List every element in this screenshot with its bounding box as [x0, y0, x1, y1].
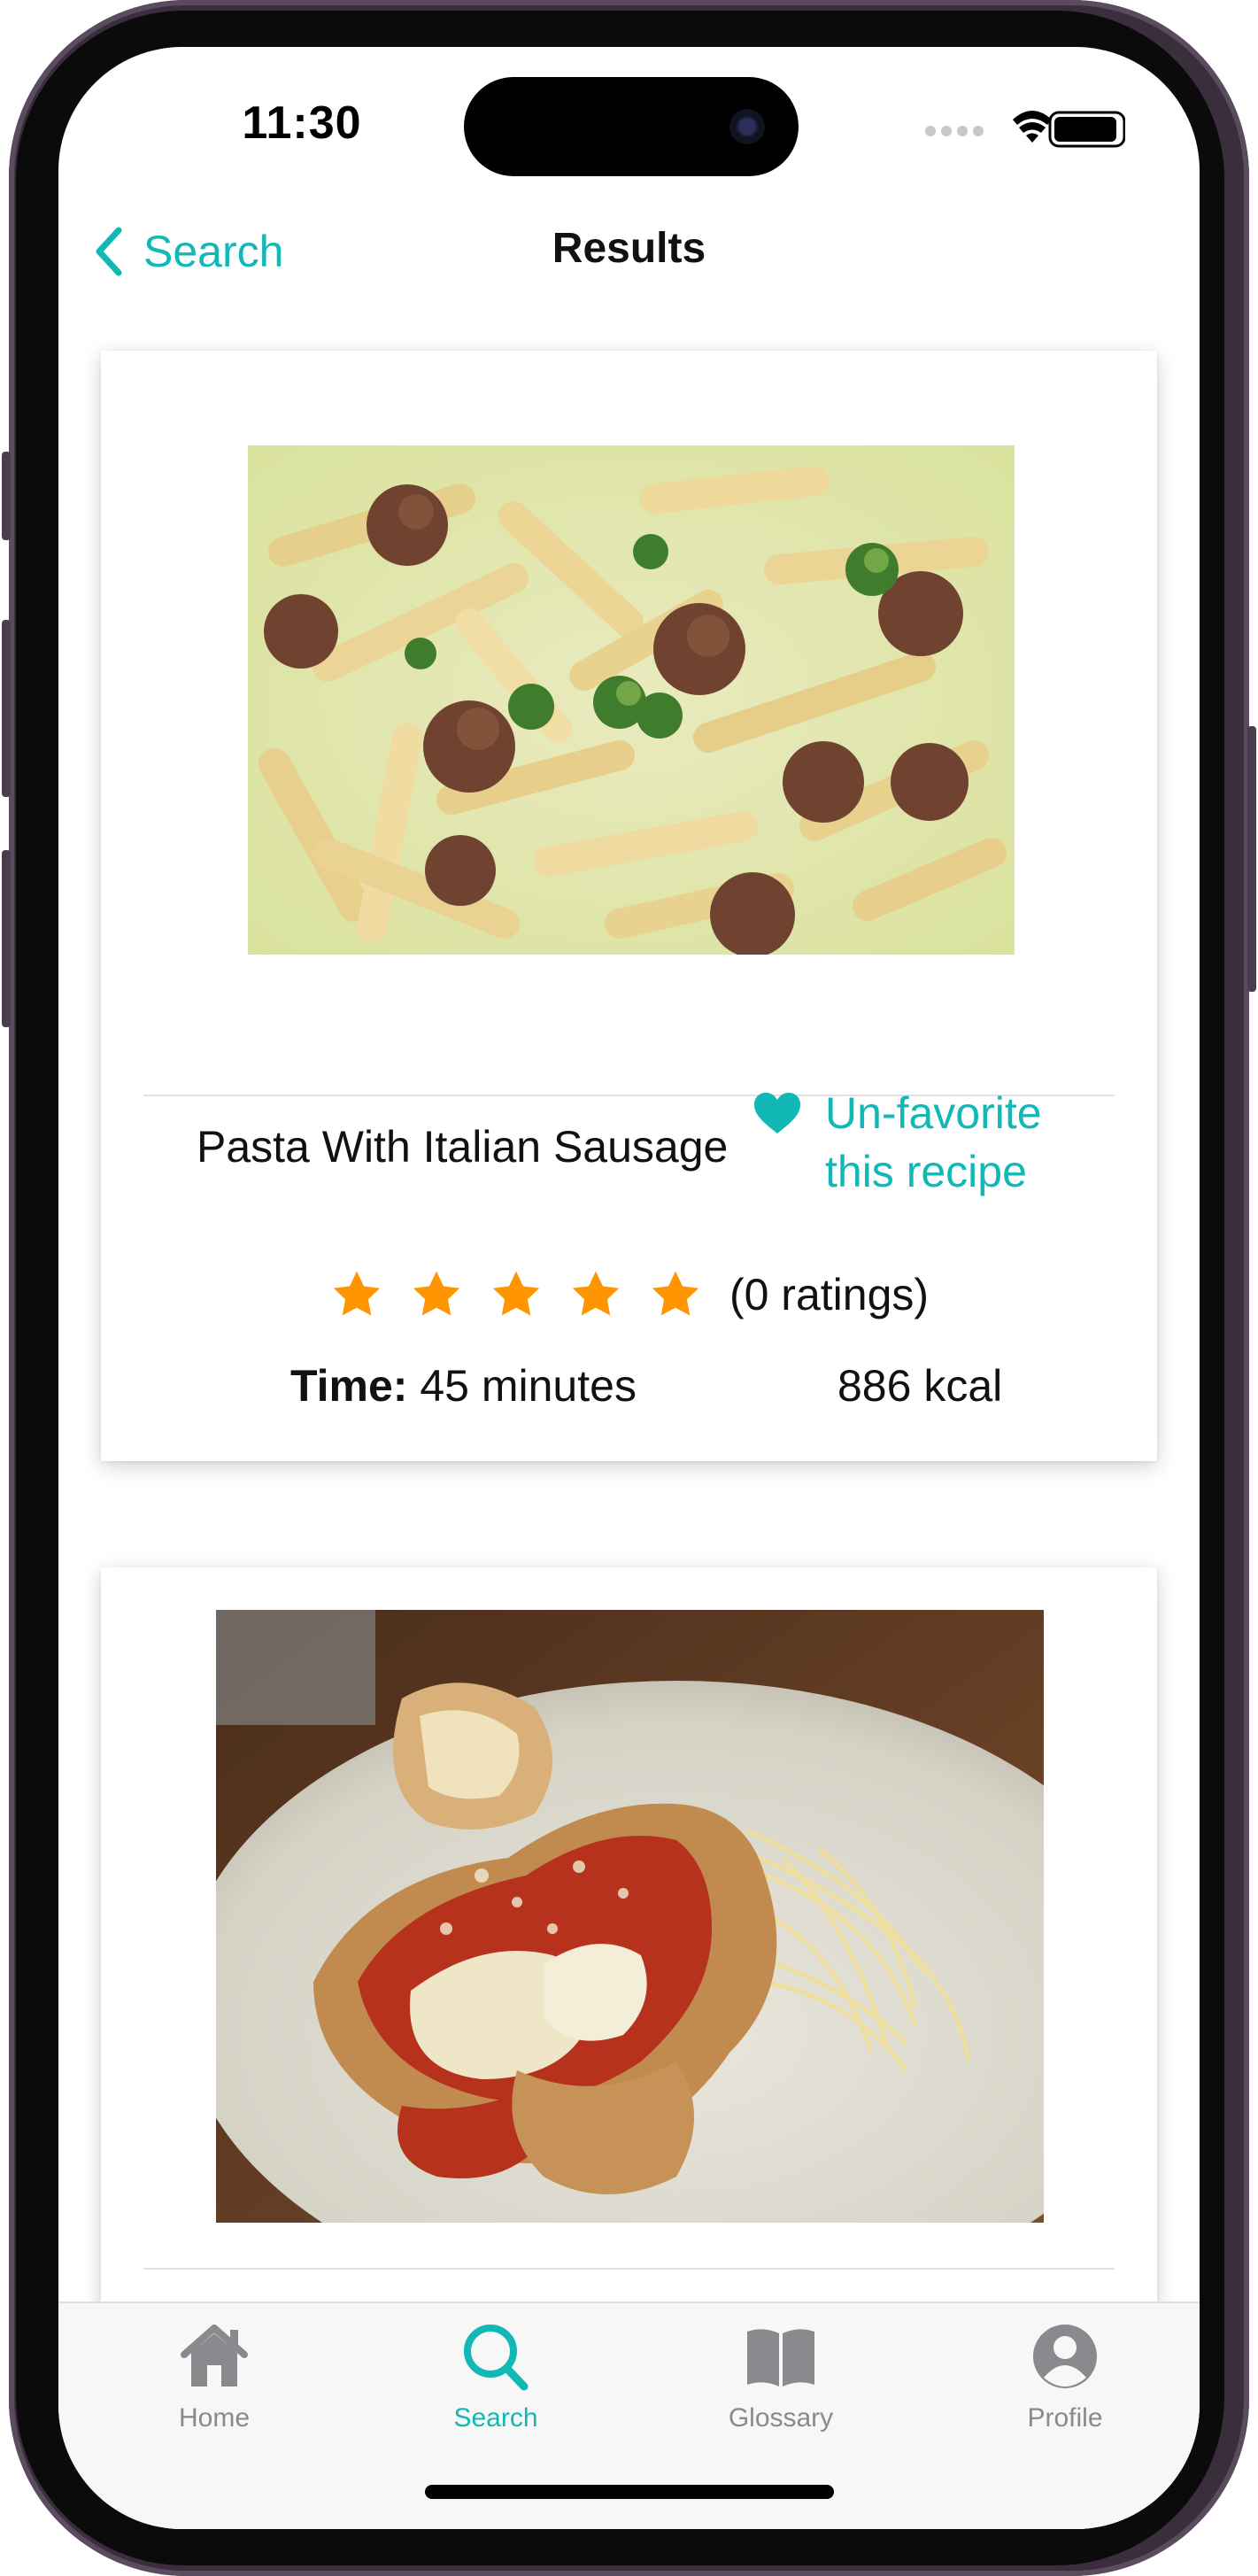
person-circle-icon: [1033, 2325, 1097, 2388]
tab-search[interactable]: Search: [398, 2321, 593, 2433]
tab-bar: Home Search Glossary Profile: [58, 2301, 1200, 2529]
recipe-photo: [248, 445, 1015, 955]
cellular-signal-icon: [925, 126, 984, 136]
status-time: 11:30: [242, 97, 362, 149]
camera-icon: [729, 109, 765, 144]
tab-label: Search: [453, 2403, 538, 2433]
star-icon[interactable]: [409, 1267, 464, 1322]
tab-label: Home: [178, 2403, 251, 2433]
wifi-icon: [1013, 111, 1052, 143]
cook-time-value: 45 minutes: [420, 1361, 637, 1411]
recipe-card[interactable]: Pasta With Italian Sausage Un-favorite t…: [101, 351, 1157, 1461]
tab-home[interactable]: Home: [117, 2321, 312, 2433]
battery-icon: [1048, 111, 1131, 148]
cook-time: Time: 45 minutes: [290, 1360, 637, 1412]
dynamic-island: [464, 77, 799, 176]
rating-count: (0 ratings): [729, 1270, 930, 1319]
tab-profile[interactable]: Profile: [968, 2321, 1162, 2433]
cook-time-label: Time:: [290, 1361, 408, 1411]
card-divider: [143, 2268, 1115, 2270]
star-icon[interactable]: [648, 1267, 703, 1322]
recipe-photo: [216, 1610, 1044, 2223]
star-icon[interactable]: [568, 1267, 623, 1322]
phone-power-button: [1247, 726, 1256, 992]
unfavorite-label: Un-favorite this recipe: [825, 1088, 1042, 1196]
tab-label: Glossary: [728, 2403, 834, 2433]
house-icon: [181, 2325, 248, 2386]
status-icons: [868, 104, 1131, 148]
heart-icon: [754, 1093, 800, 1133]
app-screen: 11:30 Search Results Pasta With Italian …: [58, 47, 1200, 2529]
phone-side-button: [2, 452, 11, 540]
recipe-title[interactable]: Pasta With Italian Sausage: [197, 1121, 728, 1172]
book-icon: [747, 2329, 814, 2386]
home-indicator[interactable]: [425, 2485, 834, 2499]
rating-row: (0 ratings): [101, 1267, 1157, 1322]
phone-volume-down-button: [2, 850, 11, 1027]
magnifier-icon: [464, 2325, 529, 2391]
tab-glossary[interactable]: Glossary: [683, 2321, 878, 2433]
page-title: Results: [552, 225, 706, 272]
phone-volume-up-button: [2, 620, 11, 797]
tab-label: Profile: [1027, 2403, 1103, 2433]
star-icon[interactable]: [329, 1267, 384, 1322]
calories: 886 kcal: [837, 1361, 1003, 1411]
star-icon[interactable]: [489, 1267, 544, 1322]
